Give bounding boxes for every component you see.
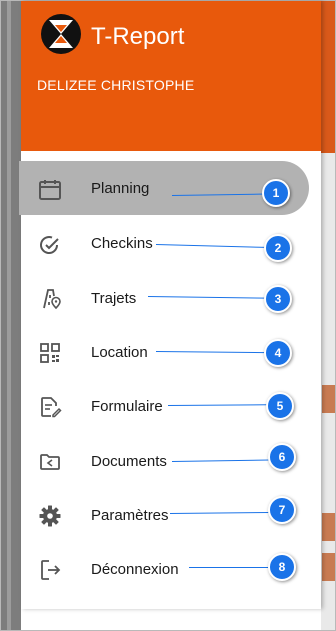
menu-label-documents: Documents [91, 453, 167, 470]
menu-label-planning: Planning [91, 180, 150, 197]
menu-label-parametres: Paramètres [91, 507, 169, 524]
callout-badge-8: 8 [268, 553, 296, 581]
callout-badge-2: 2 [264, 234, 292, 262]
menu-label-location: Location [91, 344, 148, 361]
menu-label-checkins: Checkins [91, 235, 153, 252]
callout-badge-3: 3 [264, 285, 292, 313]
user-name: DELIZEE CHRISTOPHE [37, 77, 195, 93]
logout-icon [41, 560, 61, 580]
form-edit-icon [41, 397, 62, 418]
calendar-icon [39, 180, 61, 200]
menu-label-trajets: Trajets [91, 290, 137, 307]
callout-badge-5: 5 [266, 392, 294, 420]
app-logo-icon [41, 14, 81, 54]
check-circle-icon [40, 236, 59, 254]
menu-label-deconnexion: Déconnexion [91, 561, 179, 578]
drawer-header: T-Report DELIZEE CHRISTOPHE [21, 1, 321, 151]
callout-badge-4: 4 [264, 339, 292, 367]
background-app-right-edge [321, 1, 335, 630]
app-title: T-Report [91, 23, 185, 50]
callout-badge-6: 6 [268, 443, 296, 471]
folder-share-icon [40, 454, 60, 470]
callout-badge-1: 1 [262, 179, 290, 207]
callout-line-8 [189, 567, 269, 568]
background-app-left-edge [1, 1, 21, 630]
gear-icon [39, 505, 61, 527]
menu-label-formulaire: Formulaire [91, 398, 163, 415]
route-icon [43, 289, 61, 310]
callout-badge-7: 7 [268, 496, 296, 524]
qr-code-icon [40, 343, 60, 363]
